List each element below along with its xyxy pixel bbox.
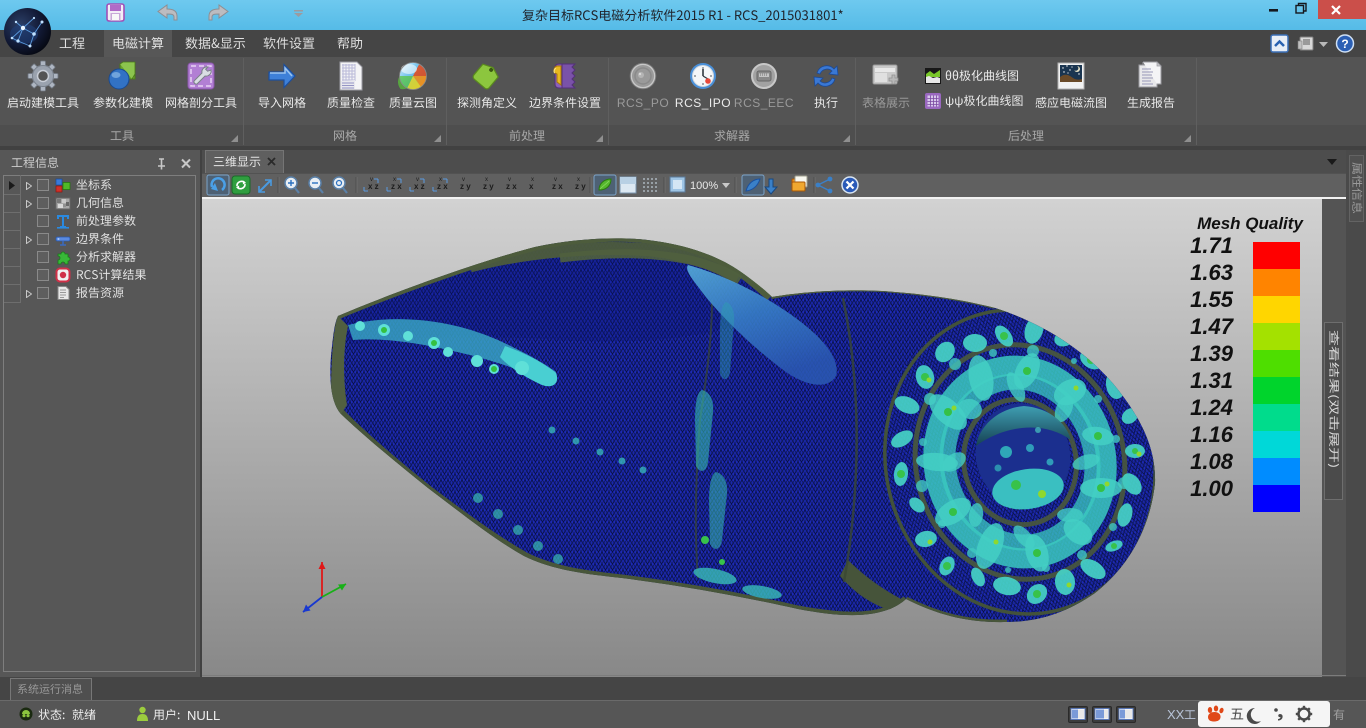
- svg-text:v: v: [370, 177, 373, 183]
- svg-text:z y: z y: [575, 182, 586, 191]
- svg-text:z y: z y: [460, 182, 471, 191]
- svg-text:z y: z y: [483, 182, 494, 191]
- svg-text:x: x: [485, 177, 488, 183]
- svg-text:v: v: [462, 177, 465, 183]
- svg-text:v: v: [508, 177, 511, 183]
- svg-text:x: x: [577, 177, 580, 183]
- svg-text:z x: z x: [391, 182, 402, 191]
- svg-text:x z: x z: [368, 182, 379, 191]
- svg-text:x: x: [393, 177, 396, 183]
- svg-text:v: v: [554, 177, 557, 183]
- svg-text:z x: z x: [506, 182, 517, 191]
- svg-text:x z: x z: [414, 182, 425, 191]
- svg-text:v: v: [416, 177, 419, 183]
- svg-text:z x: z x: [437, 182, 448, 191]
- svg-text:?: ?: [1341, 37, 1348, 51]
- svg-text:x: x: [531, 177, 534, 183]
- svg-text:x: x: [529, 182, 534, 191]
- svg-text:x: x: [439, 177, 442, 183]
- svg-text:100%: 100%: [690, 180, 718, 192]
- svg-text:z x: z x: [552, 182, 563, 191]
